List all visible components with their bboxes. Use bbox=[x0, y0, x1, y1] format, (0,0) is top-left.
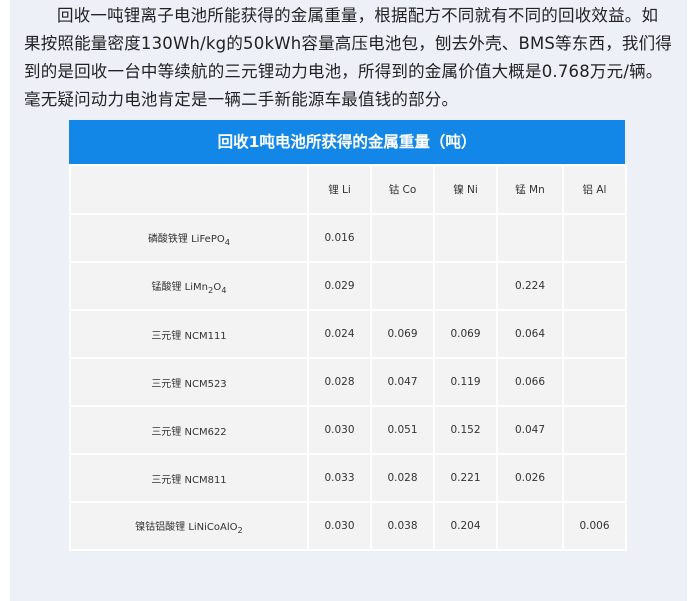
cell-mn: 0.064 bbox=[496, 309, 564, 359]
cell-ni: 0.069 bbox=[433, 309, 498, 359]
cell-mn bbox=[496, 213, 564, 263]
cell-ni: 0.152 bbox=[433, 405, 498, 455]
data-table: 锂 Li 钴 Co 镍 Ni 锰 Mn 铝 Al 磷酸铁锂 LiFePO4 0.… bbox=[69, 164, 627, 551]
cell-mn: 0.026 bbox=[496, 453, 564, 503]
header-co: 钴 Co bbox=[370, 164, 435, 215]
header-al: 铝 Al bbox=[562, 164, 627, 215]
cell-co: 0.038 bbox=[370, 501, 435, 551]
header-li: 锂 Li bbox=[307, 164, 372, 215]
cell-ni bbox=[433, 213, 498, 263]
cell-li: 0.030 bbox=[307, 405, 372, 455]
article-body: 回收一吨锂离子电池所能获得的金属重量，根据配方不同就有不同的回收效益。如果按照能… bbox=[10, 0, 687, 601]
table-header-row: 锂 Li 钴 Co 镍 Ni 锰 Mn 铝 Al bbox=[69, 164, 627, 215]
cell-co: 0.069 bbox=[370, 309, 435, 359]
cell-co: 0.047 bbox=[370, 357, 435, 407]
header-mn: 锰 Mn bbox=[496, 164, 564, 215]
header-ni: 镍 Ni bbox=[433, 164, 498, 215]
cell-al: 0.006 bbox=[562, 501, 627, 551]
row-name: 三元锂 NCM111 bbox=[69, 309, 309, 359]
cell-ni: 0.221 bbox=[433, 453, 498, 503]
row-name: 三元锂 NCM622 bbox=[69, 405, 309, 455]
table-row: 三元锂 NCM111 0.024 0.069 0.069 0.064 bbox=[69, 309, 627, 359]
cell-mn bbox=[496, 501, 564, 551]
header-battery-type bbox=[69, 164, 309, 215]
cell-co: 0.051 bbox=[370, 405, 435, 455]
table-row: 镍钴铝酸锂 LiNiCoAlO2 0.030 0.038 0.204 0.006 bbox=[69, 501, 627, 551]
table-row: 三元锂 NCM622 0.030 0.051 0.152 0.047 bbox=[69, 405, 627, 455]
cell-li: 0.029 bbox=[307, 261, 372, 311]
table-row: 磷酸铁锂 LiFePO4 0.016 bbox=[69, 213, 627, 263]
cell-al bbox=[562, 405, 627, 455]
cell-li: 0.016 bbox=[307, 213, 372, 263]
article-paragraph: 回收一吨锂离子电池所能获得的金属重量，根据配方不同就有不同的回收效益。如果按照能… bbox=[24, 6, 673, 109]
cell-li: 0.033 bbox=[307, 453, 372, 503]
row-name: 镍钴铝酸锂 LiNiCoAlO2 bbox=[69, 501, 309, 551]
table-row: 三元锂 NCM523 0.028 0.047 0.119 0.066 bbox=[69, 357, 627, 407]
cell-mn: 0.224 bbox=[496, 261, 564, 311]
cell-ni: 0.204 bbox=[433, 501, 498, 551]
cell-mn: 0.066 bbox=[496, 357, 564, 407]
cell-co bbox=[370, 213, 435, 263]
cell-co bbox=[370, 261, 435, 311]
cell-li: 0.028 bbox=[307, 357, 372, 407]
cell-al bbox=[562, 213, 627, 263]
row-name: 三元锂 NCM523 bbox=[69, 357, 309, 407]
cell-al bbox=[562, 309, 627, 359]
cell-mn: 0.047 bbox=[496, 405, 564, 455]
cell-al bbox=[562, 453, 627, 503]
table-row: 锰酸锂 LiMn2O4 0.029 0.224 bbox=[69, 261, 627, 311]
row-name: 三元锂 NCM811 bbox=[69, 453, 309, 503]
cell-al bbox=[562, 357, 627, 407]
row-name: 锰酸锂 LiMn2O4 bbox=[69, 261, 309, 311]
cell-ni bbox=[433, 261, 498, 311]
cell-al bbox=[562, 261, 627, 311]
metal-recovery-table: 回收1吨电池所获得的金属重量（吨） 锂 Li 钴 Co 镍 Ni 锰 Mn 铝 … bbox=[69, 120, 627, 551]
cell-co: 0.028 bbox=[370, 453, 435, 503]
table-title: 回收1吨电池所获得的金属重量（吨） bbox=[69, 120, 625, 164]
cell-ni: 0.119 bbox=[433, 357, 498, 407]
row-name: 磷酸铁锂 LiFePO4 bbox=[69, 213, 309, 263]
table-row: 三元锂 NCM811 0.033 0.028 0.221 0.026 bbox=[69, 453, 627, 503]
cell-li: 0.030 bbox=[307, 501, 372, 551]
cell-li: 0.024 bbox=[307, 309, 372, 359]
